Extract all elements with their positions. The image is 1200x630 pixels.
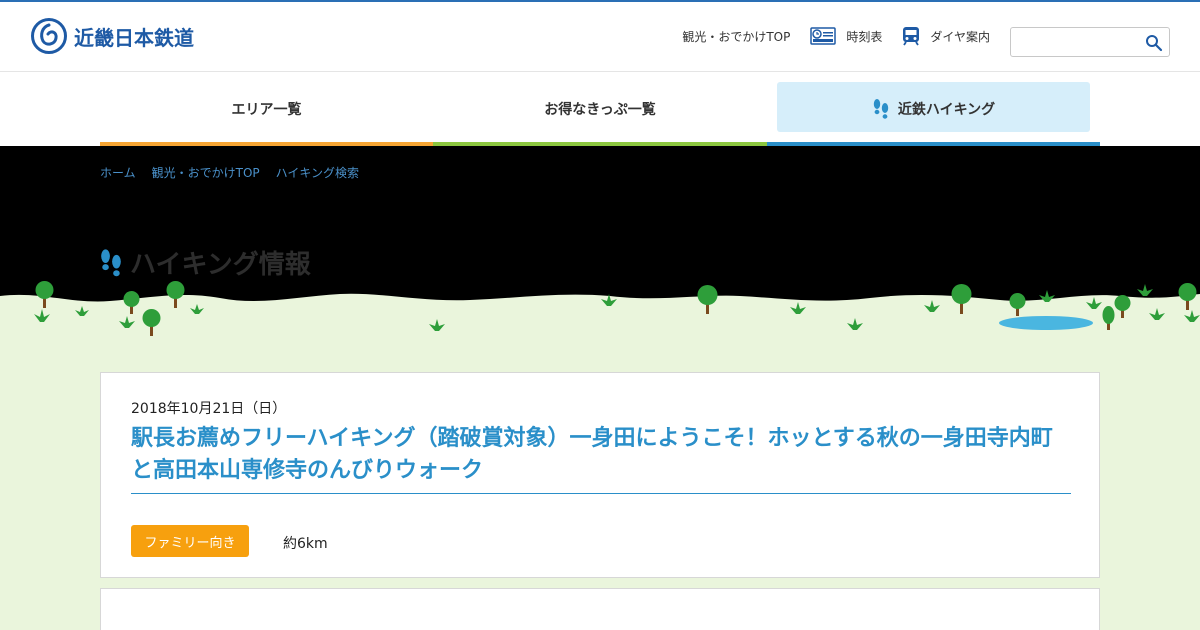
train-icon: [903, 27, 920, 46]
timetable-icon: [810, 27, 837, 45]
footprints-icon: [101, 248, 121, 276]
hero-section: ホーム 観光・おでかけTOP ハイキング検索 ハイキング情報 2018年10月2…: [0, 146, 1200, 630]
tab-discount-tickets-label: お得なきっぷ一覧: [544, 102, 656, 118]
main-tabs: エリア一覧 お得なきっぷ一覧 近鉄ハイキング: [100, 72, 1100, 146]
logo-icon: [31, 18, 67, 54]
search-box: [1010, 27, 1170, 57]
event-card: 2018年10月21日（日） 駅長お薦めフリーハイキング（踏破賞対象）一身田によ…: [100, 372, 1100, 578]
nav-timetable[interactable]: 時刻表: [810, 26, 882, 46]
tab-kintetsu-hiking[interactable]: 近鉄ハイキング: [767, 72, 1100, 146]
nav-sightseeing-top[interactable]: 観光・おでかけTOP: [682, 28, 790, 45]
page-title: ハイキング情報: [98, 244, 311, 281]
logo-text: 近畿日本鉄道: [74, 25, 194, 50]
breadcrumb-sightseeing-top[interactable]: 観光・おでかけTOP: [152, 164, 260, 181]
event-title: 駅長お薦めフリーハイキング（踏破賞対象）一身田にようこそ！ホッとする秋の一身田寺…: [131, 423, 1071, 494]
page-title-text: ハイキング情報: [130, 250, 311, 280]
nav-diagram[interactable]: ダイヤ案内: [902, 26, 990, 46]
event-distance: 約6km: [283, 536, 328, 552]
breadcrumb-hiking-search[interactable]: ハイキング検索: [276, 164, 359, 181]
search-icon[interactable]: [1145, 34, 1163, 52]
search-input[interactable]: [1011, 28, 1139, 56]
tab-discount-tickets[interactable]: お得なきっぷ一覧: [433, 72, 767, 146]
tab-kintetsu-hiking-label: 近鉄ハイキング: [897, 102, 996, 118]
nav-sightseeing-label: 観光・おでかけTOP: [682, 29, 791, 44]
breadcrumb: ホーム 観光・おでかけTOP ハイキング検索: [100, 164, 375, 181]
nav-timetable-label: 時刻表: [846, 29, 883, 44]
site-logo[interactable]: 近畿日本鉄道: [30, 17, 194, 55]
difficulty-badge: ファミリー向き: [131, 525, 249, 557]
footprints-icon: [873, 99, 889, 119]
nav-diagram-label: ダイヤ案内: [930, 29, 990, 44]
tab-area-list-label: エリア一覧: [231, 102, 302, 118]
site-header: 近畿日本鉄道 観光・おでかけTOP 時刻表 ダイヤ案内: [0, 2, 1200, 72]
event-date: 2018年10月21日（日）: [131, 401, 287, 417]
tab-area-list[interactable]: エリア一覧: [100, 72, 433, 146]
event-details-card: [100, 588, 1100, 630]
breadcrumb-home[interactable]: ホーム: [100, 164, 136, 181]
header-nav: 観光・おでかけTOP 時刻表 ダイヤ案内: [662, 26, 990, 46]
